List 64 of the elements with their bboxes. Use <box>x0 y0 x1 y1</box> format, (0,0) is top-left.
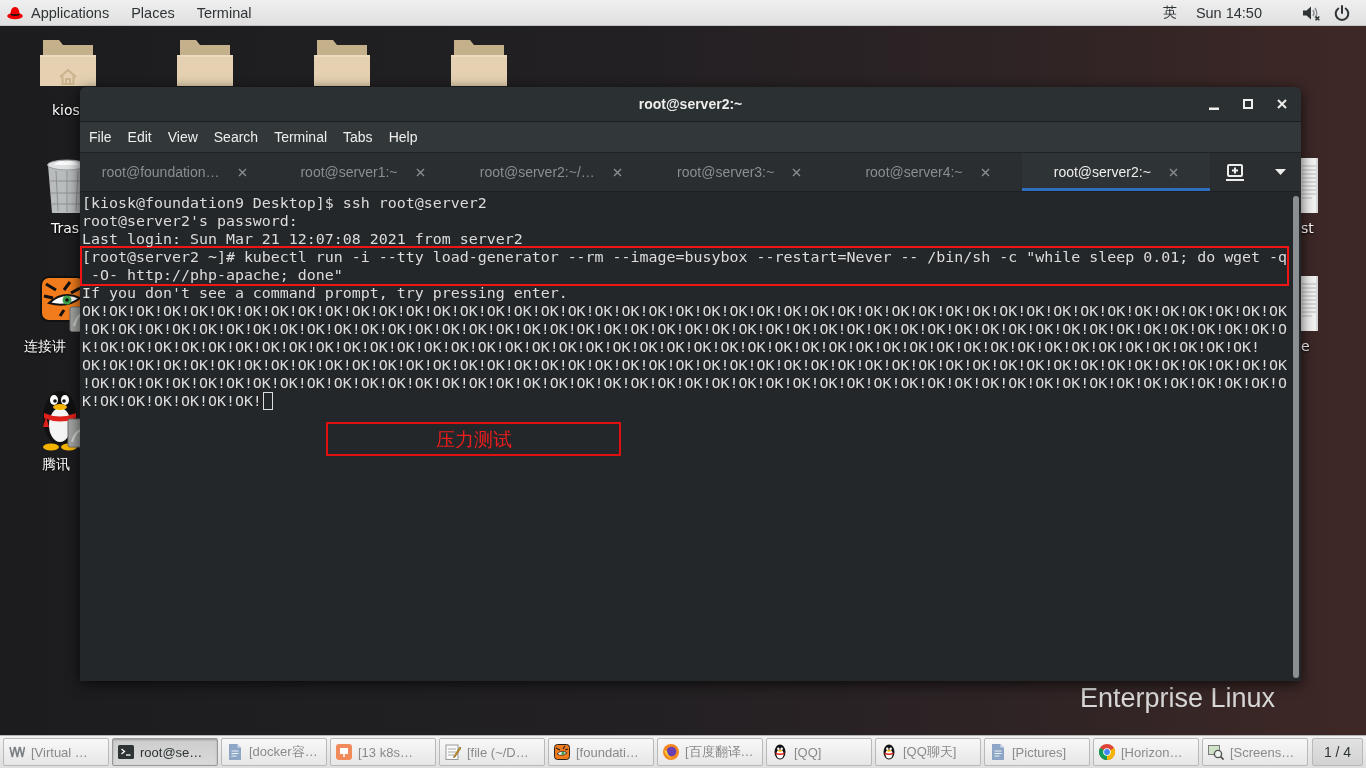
slides-icon <box>336 744 352 760</box>
power-icon[interactable] <box>1334 4 1350 21</box>
menu-item[interactable]: Edit <box>119 125 160 149</box>
clock[interactable]: Sun 14:50 <box>1195 4 1262 21</box>
new-tab-icon[interactable] <box>1225 163 1244 181</box>
desktop-icon-label[interactable]: e <box>1301 338 1310 355</box>
zigzag-icon <box>9 744 25 760</box>
home-folder-icon[interactable] <box>40 40 96 86</box>
minimize-icon[interactable] <box>1209 107 1219 110</box>
browser-icon <box>1099 744 1115 760</box>
input-method-indicator[interactable]: 英 <box>1162 3 1177 22</box>
terminal-line: OK!OK!OK!OK!OK!OK!OK!OK!OK!OK!OK!OK!OK!OK!OK!OK!OK!OK!OK!OK!OK!OK!OK!OK!OK!OK!OK!OK!OK!OK!OK!OK!OK!OK!OK!OK!OK!OK!OK!OK!OK!OK!OK!OK!OK <box>82 302 1288 320</box>
menu-item[interactable]: View <box>159 125 206 149</box>
document-icon <box>227 744 243 760</box>
terminal-tab[interactable]: root@server3:~ <box>645 153 834 191</box>
terminal-line: !OK!OK!OK!OK!OK!OK!OK!OK!OK!OK!OK!OK!OK!OK!OK!OK!OK!OK!OK!OK!OK!OK!OK!OK!OK!OK!OK!OK!OK!OK!OK!OK!OK!OK!OK!OK!OK!OK!OK!OK!OK!OK!OK!OK!O <box>82 320 1288 338</box>
terminal-line: [root@server2 ~]# kubectl run -i --tty load-generator --rm --image=busybox --restart=Never -- /bin/sh -c "while sleep 0.01; do wget -q <box>82 248 1288 266</box>
terminal-tab[interactable]: root@foundation… <box>80 153 269 191</box>
top-bar-menu[interactable]: Applications <box>31 4 110 21</box>
text-cursor <box>262 392 273 410</box>
terminal-line: If you don't see a command prompt, try pressing enter. <box>82 284 568 302</box>
terminal-tab[interactable]: root@server2:~ <box>1021 153 1210 191</box>
terminal-line: [kiosk@foundation9 Desktop]$ ssh root@server2 <box>82 194 487 212</box>
top-bar-menu[interactable]: Places <box>131 4 175 21</box>
menu-item[interactable]: Help <box>380 125 426 149</box>
terminal-line: -O- http://php-apache; done" <box>90 266 343 284</box>
magnifier-icon <box>1208 744 1224 760</box>
caret-icon[interactable] <box>1274 169 1286 175</box>
menu-item[interactable]: Search <box>205 125 267 149</box>
window-title: root@server2:~ <box>638 96 743 112</box>
document-icon <box>990 744 1006 760</box>
browser-icon <box>663 744 679 760</box>
maximize-icon[interactable] <box>1243 99 1253 109</box>
annotation-note: 压力测试 <box>326 422 621 456</box>
desktop-icon-label[interactable]: kios <box>52 102 80 119</box>
tiger-icon[interactable] <box>40 276 80 332</box>
scrollbar[interactable] <box>1293 196 1299 678</box>
desktop-icon-label[interactable]: Tras <box>51 220 80 237</box>
terminal-line: OK!OK!OK!OK!OK!OK!OK!OK!OK!OK!OK!OK!OK!OK!OK!OK!OK!OK!OK!OK!OK!OK!OK!OK!OK!OK!OK!OK!OK!OK!OK!OK!OK!OK!OK!OK!OK!OK!OK!OK!OK!OK!OK!OK!OK <box>82 356 1288 374</box>
menu-item[interactable]: File <box>81 125 120 149</box>
workspace-switcher[interactable]: 1 / 4 <box>1312 738 1363 766</box>
notepad-icon <box>445 744 461 760</box>
menu-item[interactable]: Tabs <box>335 125 381 149</box>
tiger-icon <box>554 744 570 760</box>
terminal-line: K!OK!OK!OK!OK!OK!OK!OK!OK!OK!OK!OK!OK!OK!OK!OK!OK!OK!OK!OK!OK!OK!OK!OK!OK!OK!OK!OK!OK!OK!OK!OK!OK!OK!OK!OK!OK!OK!OK!OK!OK!OK!OK!OK! <box>82 338 1261 356</box>
terminal-tab[interactable]: root@server4:~ <box>833 153 1022 191</box>
speaker-muted-icon[interactable] <box>1302 4 1320 21</box>
terminal-tab[interactable]: root@server1:~ <box>268 153 457 191</box>
wallpaper-text: Enterprise Linux <box>1080 682 1276 714</box>
hat-icon[interactable] <box>7 5 23 20</box>
terminal-tab[interactable]: root@server2:~/… <box>456 153 645 191</box>
menu-item[interactable]: Terminal <box>266 125 336 149</box>
desktop-icon-label[interactable]: 腾讯 <box>42 456 70 473</box>
taskbar-window-button[interactable]: root@se… <box>112 738 218 766</box>
terminal-line: K!OK!OK!OK!OK!OK!OK! <box>82 392 262 410</box>
terminal-line: Last login: Sun Mar 21 12:07:08 2021 from server2 <box>82 230 523 248</box>
terminal-line: root@server2's password: <box>82 212 298 230</box>
penguin-icon <box>772 744 788 760</box>
penguin-icon <box>881 744 897 760</box>
desktop-icon-label[interactable]: st <box>1301 220 1314 237</box>
desktop-icon-label[interactable]: 连接讲 <box>24 338 66 355</box>
terminal-icon <box>118 744 134 760</box>
terminal-line: !OK!OK!OK!OK!OK!OK!OK!OK!OK!OK!OK!OK!OK!OK!OK!OK!OK!OK!OK!OK!OK!OK!OK!OK!OK!OK!OK!OK!OK!OK!OK!OK!OK!OK!OK!OK!OK!OK!OK!OK!OK!OK!OK!OK!O <box>82 374 1288 392</box>
top-bar-menu[interactable]: Terminal <box>196 4 252 21</box>
